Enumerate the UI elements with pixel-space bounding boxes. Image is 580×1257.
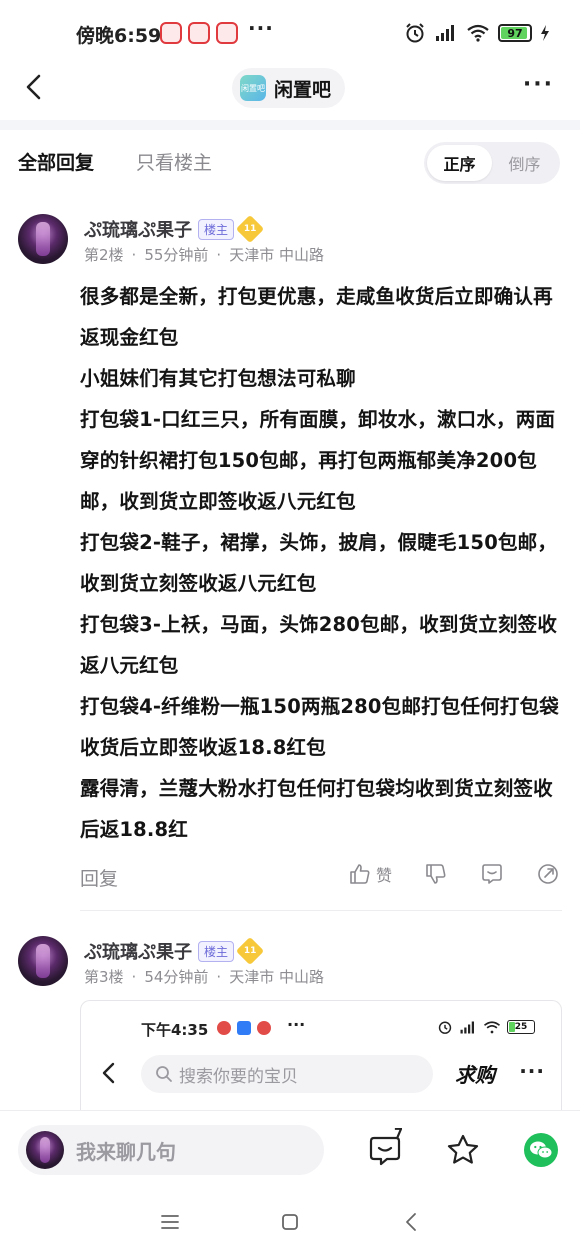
alarm-icon — [406, 23, 424, 43]
floor-number: 第3楼 — [84, 968, 124, 986]
notification-app-icon — [188, 22, 210, 44]
post-location: 天津市 中山路 — [229, 246, 324, 264]
post-paragraph: 露得清，兰蔻大粉水打包任何打包袋均收到货立刻签收后返18.8红 — [80, 777, 553, 841]
back-icon[interactable] — [400, 1210, 424, 1234]
wifi-icon — [483, 1020, 501, 1033]
dislike-button[interactable] — [424, 862, 448, 886]
system-navigation-bar — [0, 1188, 580, 1257]
home-icon[interactable] — [278, 1210, 302, 1234]
sort-ascending-button[interactable]: 正序 — [427, 145, 492, 181]
forum-chip[interactable]: 闲置吧 闲置吧 — [232, 68, 346, 108]
search-placeholder: 搜索你要的宝贝 — [179, 1066, 298, 1087]
comment-count: 7 — [394, 1127, 404, 1142]
post-content: 很多都是全新，打包更优惠，走咸鱼收货后立即确认再返现金红包 小姐妹们有其它打包想… — [80, 276, 562, 850]
sort-descending-button[interactable]: 倒序 — [492, 145, 557, 181]
tab-all-replies[interactable]: 全部回复 — [18, 148, 94, 175]
post-time: 54分钟前 — [144, 968, 209, 986]
like-label: 赞 — [375, 866, 392, 885]
embedded-more-icon: ··· — [287, 1015, 306, 1034]
post-paragraph: 打包袋4-纤维粉一瓶150两瓶280包邮打包任何打包袋收货后立即签收返18.8红… — [80, 695, 559, 759]
post-paragraph: 打包袋3-上袄，马面，头饰280包邮，收到货立刻签收返八元红包 — [80, 613, 558, 677]
reply-composer-bar: 我来聊几句 7 — [0, 1110, 580, 1188]
embedded-status-icons: 25 — [437, 1019, 535, 1035]
thumbs-up-icon — [350, 864, 370, 884]
post-image-screenshot[interactable]: 下午4:35 ··· 25 搜索你要的宝贝 求购 ··· — [80, 1000, 562, 1110]
charging-icon — [541, 25, 549, 41]
top-nav: 闲置吧 闲置吧 ··· — [0, 60, 580, 116]
sort-toggle: 正序 倒序 — [424, 142, 560, 184]
like-button[interactable]: 赞 — [348, 862, 392, 886]
embedded-status-time: 下午4:35 — [141, 1021, 209, 1039]
back-arrow-icon[interactable] — [20, 72, 50, 102]
op-badge: 楼主 — [198, 940, 235, 962]
username[interactable]: ぷ琉璃ぷ果子 — [84, 216, 192, 242]
username[interactable]: ぷ琉璃ぷ果子 — [84, 938, 192, 964]
notification-app-icon — [216, 22, 238, 44]
signal-icon — [460, 1021, 474, 1033]
post-meta: 第3楼 · 54分钟前 · 天津市 中山路 — [84, 968, 324, 986]
favorite-star-icon[interactable] — [446, 1133, 480, 1167]
back-arrow-icon — [102, 1062, 115, 1084]
floor-number: 第2楼 — [84, 246, 124, 264]
post-divider — [80, 910, 562, 911]
reply-input-placeholder: 我来聊几句 — [76, 1139, 176, 1164]
embedded-notification-icons — [217, 1021, 271, 1035]
more-notifications-icon: ··· — [248, 16, 274, 40]
more-options-icon[interactable]: ··· — [523, 72, 554, 97]
thumbs-down-icon — [426, 864, 446, 884]
avatar — [26, 1131, 64, 1169]
battery-indicator: 97 — [498, 24, 532, 42]
embedded-search-bar: 搜索你要的宝贝 — [141, 1055, 433, 1093]
reply-button[interactable]: 回复 — [80, 864, 118, 891]
post-meta: 第2楼 · 55分钟前 · 天津市 中山路 — [84, 246, 324, 264]
share-button[interactable] — [536, 862, 560, 886]
wechat-share-button[interactable] — [524, 1133, 558, 1167]
more-options-icon: ··· — [519, 1059, 545, 1083]
share-icon — [538, 864, 558, 884]
reply-filter-bar: 全部回复 只看楼主 正序 倒序 — [0, 138, 580, 188]
notification-app-icon — [237, 1021, 251, 1035]
level-badge: 11 — [235, 936, 265, 966]
tab-op-only[interactable]: 只看楼主 — [136, 148, 212, 175]
status-time: 傍晚6:59 — [76, 25, 162, 47]
alarm-icon — [438, 1021, 452, 1034]
status-bar: 傍晚6:59 ··· 97 — [0, 0, 580, 66]
search-icon — [156, 1066, 172, 1082]
post-paragraph: 打包袋1-口红三只，所有面膜，卸妆水，漱口水，两面穿的针织裙打包150包邮，再打… — [80, 408, 556, 513]
signal-icon — [436, 25, 454, 41]
op-badge: 楼主 — [198, 218, 235, 240]
battery-indicator: 25 — [507, 1020, 535, 1034]
post-actions: 回复 赞 — [80, 858, 560, 898]
post-time: 55分钟前 — [144, 246, 209, 264]
comment-bubble-icon — [482, 864, 502, 884]
buy-request-label: 求购 — [455, 1063, 495, 1087]
notification-app-icon — [257, 1021, 271, 1035]
post-paragraph: 打包袋2-鞋子，裙撑，头饰，披肩，假睫毛150包邮，收到货立刻签收返八元红包 — [80, 531, 558, 595]
post-paragraph: 小姐妹们有其它打包想法可私聊 — [80, 367, 356, 390]
forum-name: 闲置吧 — [274, 78, 332, 101]
avatar[interactable] — [18, 936, 68, 986]
reply-input[interactable]: 我来聊几句 — [18, 1125, 324, 1175]
forum-logo: 闲置吧 — [240, 75, 266, 101]
notification-app-icon — [217, 1021, 231, 1035]
post-paragraph: 很多都是全新，打包更优惠，走咸鱼收货后立即确认再返现金红包 — [80, 285, 553, 349]
level-badge: 11 — [235, 214, 265, 244]
section-divider — [0, 120, 580, 130]
post-location: 天津市 中山路 — [229, 968, 324, 986]
wifi-icon — [467, 24, 489, 42]
avatar[interactable] — [18, 214, 68, 264]
menu-icon[interactable] — [158, 1210, 182, 1234]
wechat-icon — [530, 1141, 553, 1159]
comment-button[interactable] — [480, 862, 504, 886]
notification-app-icon — [160, 22, 182, 44]
